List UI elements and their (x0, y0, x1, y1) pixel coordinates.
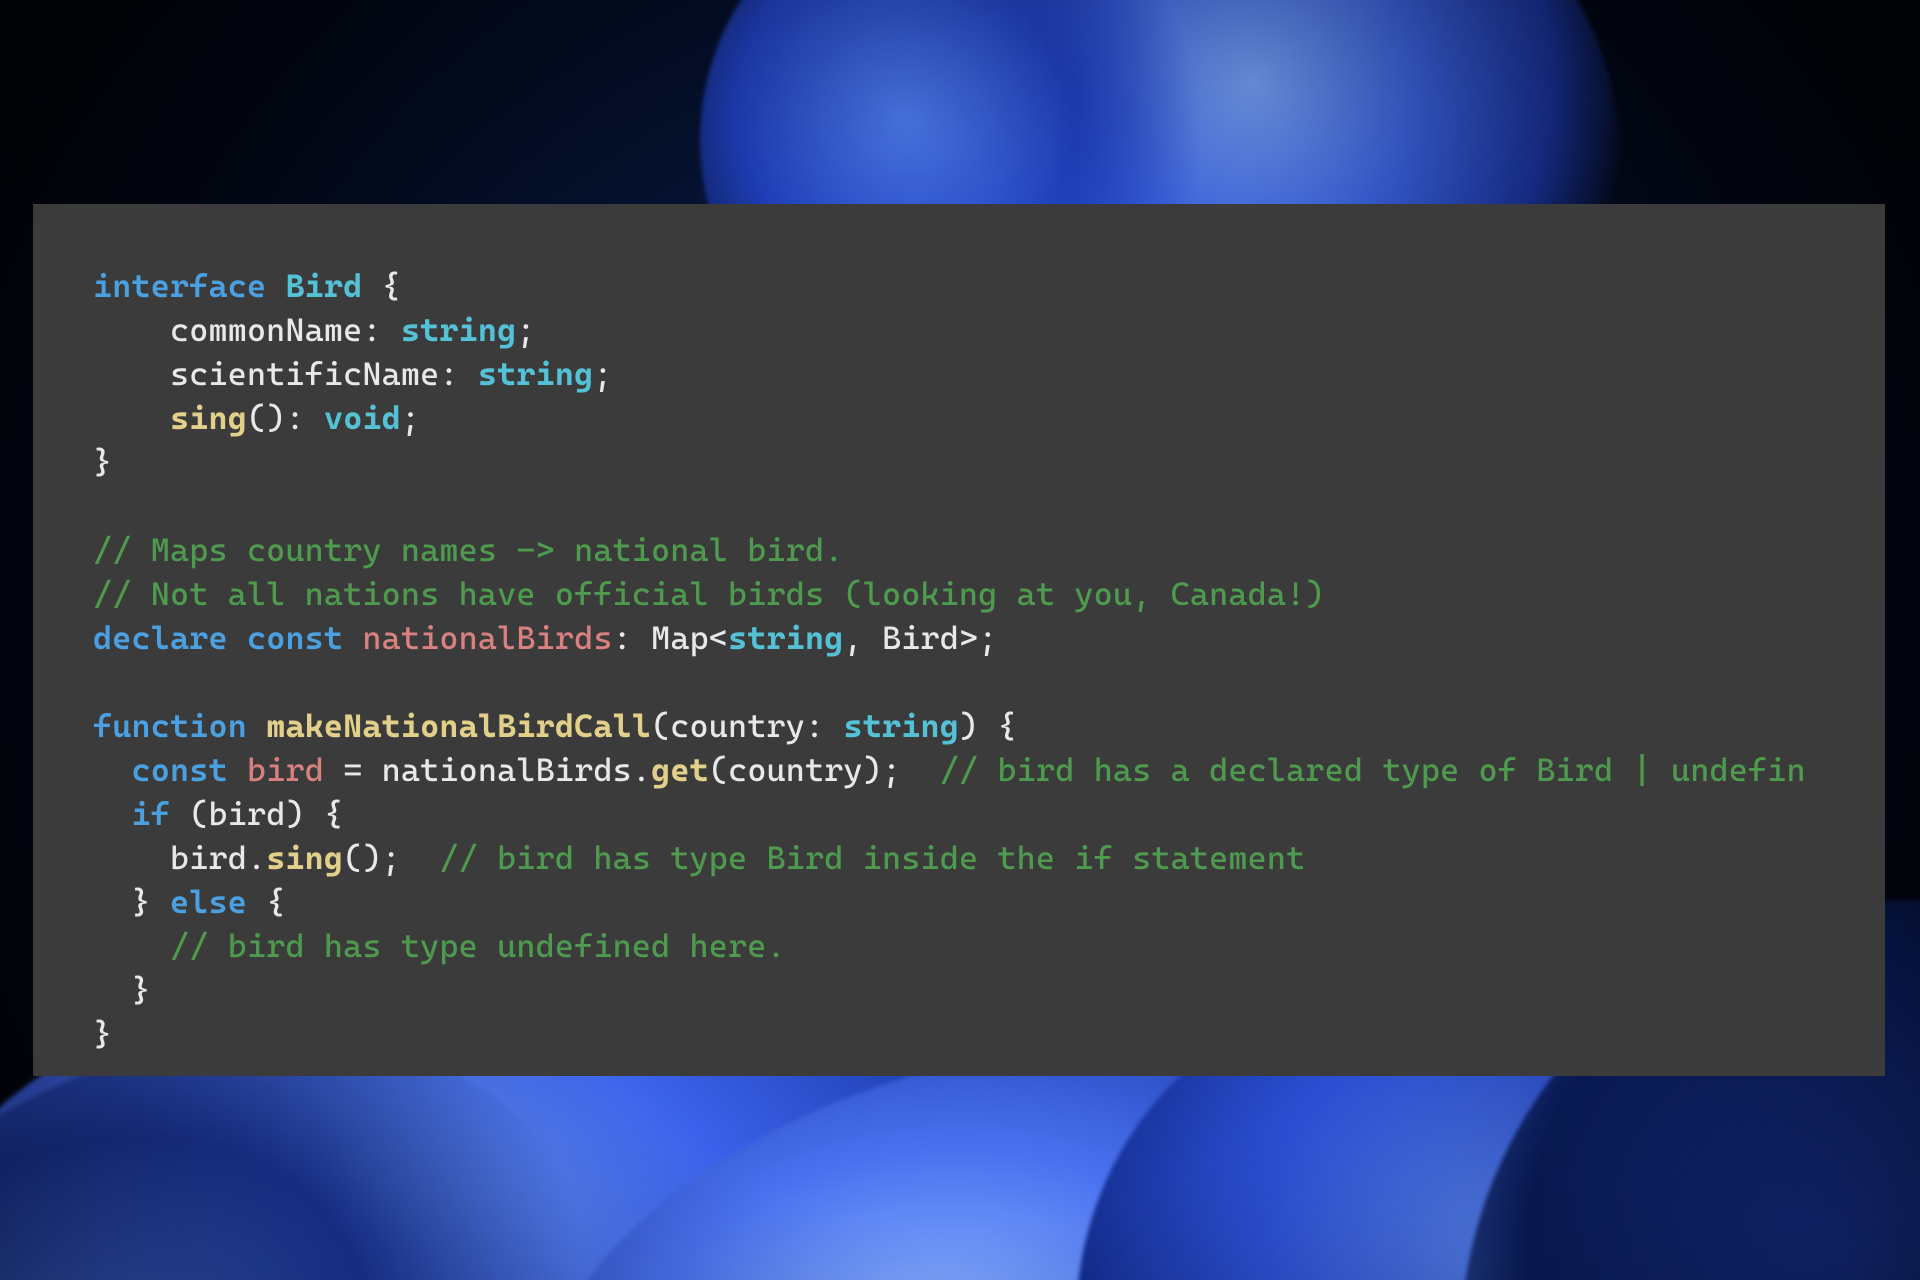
code-line: } (93, 1015, 112, 1053)
code-line: commonName: string; (93, 311, 536, 349)
code-line: if (bird) { (93, 795, 343, 833)
code-line: } else { (93, 883, 285, 921)
code-line: function makeNationalBirdCall(country: s… (93, 707, 1017, 745)
code-line: bird.sing(); // bird has type Bird insid… (93, 839, 1305, 877)
code-line: // Not all nations have official birds (… (93, 575, 1325, 613)
code-line: const bird = nationalBirds.get(country);… (93, 751, 1806, 789)
code-block[interactable]: interface Bird { commonName: string; sci… (93, 264, 1857, 1056)
code-editor-panel[interactable]: interface Bird { commonName: string; sci… (33, 204, 1885, 1076)
code-line: // bird has type undefined here. (93, 927, 786, 965)
code-line: sing(): void; (93, 399, 420, 437)
code-line: } (93, 443, 112, 481)
code-line: } (93, 971, 151, 1009)
code-line: scientificName: string; (93, 355, 613, 393)
code-line: // Maps country names -> national bird. (93, 531, 843, 569)
code-line: interface Bird { (93, 267, 401, 305)
code-line: declare const nationalBirds: Map<string,… (93, 619, 997, 657)
